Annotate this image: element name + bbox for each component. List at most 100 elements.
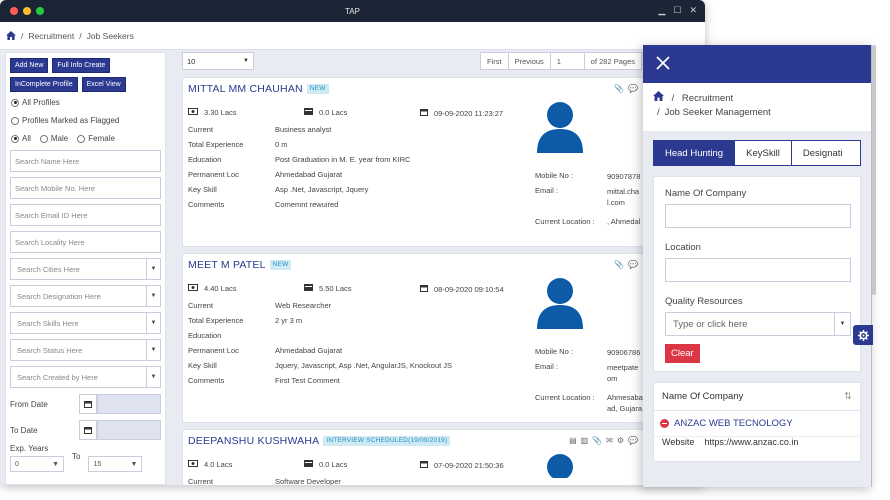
minimize-icon[interactable]: ▁ — [658, 5, 665, 16]
exp-from-select[interactable]: 0 ▼ — [10, 456, 64, 472]
excel-view-button[interactable]: Excel View — [81, 77, 126, 92]
close-icon[interactable]: ✕ — [689, 5, 697, 16]
calendar-icon[interactable] — [79, 420, 97, 440]
add-new-button[interactable]: Add New — [10, 58, 49, 73]
archive-icon[interactable]: ▥ — [581, 436, 589, 445]
candidate-name: DEEPANSHU KUSHWAHA INTERVIEW SCHEDULED(19… — [188, 435, 451, 447]
website-value[interactable]: https://www.anzac.co.in — [704, 437, 798, 451]
restore-icon[interactable]: ☐ — [673, 5, 681, 16]
current-ctc: 4.0 Lacs — [204, 460, 233, 469]
select-placeholder: Search Designation Here — [17, 291, 101, 301]
caret-down-icon[interactable]: ▼ — [834, 313, 850, 335]
calendar-icon — [420, 284, 428, 294]
search-name-input[interactable]: Search Name Here — [10, 150, 161, 172]
candidate-card[interactable]: MEET M PATEL NEW 📎 💬 4.40 Lacs 5.50 Lacs … — [182, 253, 647, 423]
exp-to-select[interactable]: 15 ▼ — [88, 456, 143, 472]
pagination: First Previous 1 of 282 Pages — [480, 52, 642, 70]
search-designation-select[interactable]: Search Designation Here ▼ — [10, 285, 161, 307]
avatar-icon — [535, 274, 585, 329]
gear-icon[interactable] — [853, 325, 873, 345]
first-page-button[interactable]: First — [481, 53, 509, 69]
to-date-label: To Date — [10, 425, 38, 435]
to-date-input[interactable] — [96, 420, 161, 440]
comment-icon[interactable]: 💬 — [628, 436, 638, 445]
comment-icon[interactable]: 💬 — [628, 84, 638, 93]
page-number-input[interactable]: 1 — [551, 53, 585, 69]
previous-page-button[interactable]: Previous — [509, 53, 551, 69]
search-cities-select[interactable]: Search Cities Here ▼ — [10, 258, 161, 280]
mobile-value: 90906786 — [607, 348, 641, 357]
home-icon[interactable] — [653, 91, 664, 104]
radio-gender-all[interactable] — [11, 134, 19, 143]
search-status-select[interactable]: Search Status Here ▼ — [10, 339, 161, 361]
radio-flagged-profiles[interactable]: Profiles Marked as Flagged — [11, 116, 161, 125]
tab-head-hunting[interactable]: Head Hunting — [654, 141, 736, 165]
full-info-create-button[interactable]: Full Info Create — [52, 58, 111, 73]
search-mobile-input[interactable]: Search Mobile No. Here — [10, 177, 161, 199]
radio-gender-female[interactable] — [77, 134, 86, 143]
radio-button[interactable] — [11, 116, 19, 125]
expected-ctc: 0.0 Lacs — [319, 460, 348, 469]
company-name-input[interactable] — [665, 204, 851, 228]
candidate-card[interactable]: MITTAL MM CHAUHAN NEW 📎 💬 3.30 Lacs 0.0 L… — [182, 77, 647, 247]
document-icon[interactable]: ▤ — [569, 436, 577, 445]
page-size-select[interactable]: 10 ▼ — [182, 52, 254, 70]
search-locality-input[interactable]: Search Locality Here — [10, 231, 161, 253]
clear-button[interactable]: Clear — [665, 344, 700, 363]
from-date-input[interactable] — [96, 394, 161, 414]
created-date: 09-09-2020 11:23:27 — [434, 108, 504, 118]
candidate-name-text[interactable]: DEEPANSHU KUSHWAHA — [188, 435, 319, 447]
settings-icon[interactable]: ⚙ — [617, 436, 624, 445]
email-icon[interactable]: ✉ — [606, 436, 613, 445]
search-email-input[interactable]: Search Email ID Here — [10, 204, 161, 226]
caret-down-icon[interactable]: ▼ — [146, 340, 160, 360]
select-placeholder: Search Skills Here — [17, 318, 79, 328]
expected-ctc: 5.50 Lacs — [319, 284, 352, 293]
radio-button[interactable] — [11, 98, 19, 107]
company-row[interactable]: ANZAC WEB TECNOLOGY — [654, 411, 860, 437]
candidate-name-text[interactable]: MITTAL MM CHAUHAN — [188, 83, 303, 95]
results-header[interactable]: Name Of Company ⇅ — [654, 383, 860, 411]
attachment-icon[interactable]: 📎 — [614, 260, 624, 269]
panel-scrollbar[interactable] — [872, 45, 876, 295]
detail-label: Permanent Loc — [188, 170, 239, 179]
collapse-icon[interactable] — [660, 419, 669, 428]
caret-down-icon[interactable]: ▼ — [146, 313, 160, 333]
breadcrumb-recruitment[interactable]: Recruitment — [28, 31, 74, 41]
wallet-icon — [304, 108, 313, 117]
detail-value: First Test Comment — [275, 376, 340, 385]
sort-icon[interactable]: ⇅ — [844, 391, 852, 402]
candidate-card[interactable]: DEEPANSHU KUSHWAHA INTERVIEW SCHEDULED(19… — [182, 429, 647, 485]
detail-label: Key Skill — [188, 361, 217, 370]
attachment-icon[interactable]: 📎 — [592, 436, 602, 445]
comment-icon[interactable]: 💬 — [628, 260, 638, 269]
detail-value: Ahmedabad Gujarat — [275, 346, 343, 355]
company-name-label: Name Of Company — [665, 188, 747, 199]
results-header-label: Name Of Company — [662, 391, 744, 402]
caret-down-icon[interactable]: ▼ — [146, 286, 160, 306]
home-icon[interactable] — [6, 31, 16, 40]
exp-to-label: To — [72, 452, 81, 461]
tab-keyskill[interactable]: KeySkill — [735, 141, 792, 165]
candidate-details: Current Business analyst Total Experience… — [188, 125, 410, 215]
radio-all-profiles[interactable]: All Profiles — [11, 98, 161, 107]
attachment-icon[interactable]: 📎 — [614, 84, 624, 93]
quality-resources-select[interactable]: Type or click here ▼ — [665, 312, 851, 336]
candidate-name-text[interactable]: MEET M PATEL — [188, 259, 266, 271]
radio-gender-male[interactable] — [39, 134, 48, 143]
results-area: 10 ▼ First Previous 1 of 282 Pages MITTA… — [182, 52, 647, 485]
search-skills-select[interactable]: Search Skills Here ▼ — [10, 312, 161, 334]
caret-down-icon[interactable]: ▼ — [146, 367, 160, 387]
radio-label: Male — [50, 134, 69, 143]
caret-down-icon[interactable]: ▼ — [146, 259, 160, 279]
email-value: mittal.cha l.com — [607, 187, 640, 207]
calendar-icon[interactable] — [79, 394, 97, 414]
tab-designation[interactable]: Designati — [792, 141, 854, 165]
company-name[interactable]: ANZAC WEB TECNOLOGY — [674, 418, 793, 429]
created-date: 07-09-2020 21:50:36 — [434, 460, 504, 470]
location-input[interactable] — [665, 258, 851, 282]
panel-breadcrumb-recruitment[interactable]: Recruitment — [682, 93, 733, 104]
close-icon[interactable] — [656, 56, 670, 72]
search-created-by-select[interactable]: Search Created by Here ▼ — [10, 366, 161, 388]
incomplete-profile-button[interactable]: InComplete Profile — [10, 77, 78, 92]
